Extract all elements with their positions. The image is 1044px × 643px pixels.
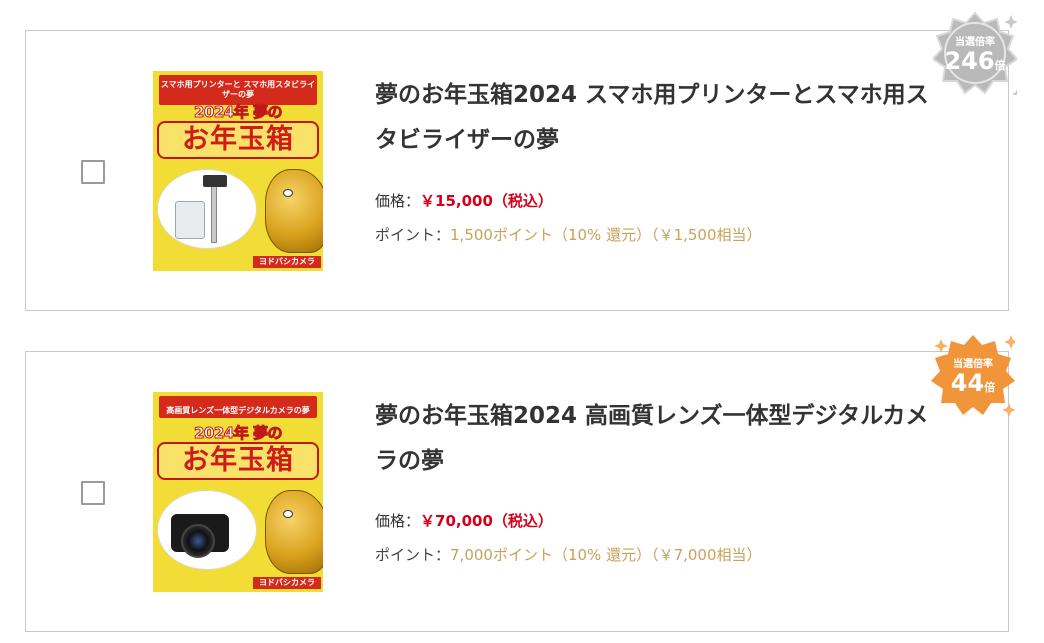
product-card: 高画質レンズ一体型デジタルカメラの夢 2024年 夢の お年玉箱 ヨドバシカメラ… — [25, 351, 1009, 632]
thumb-title: お年玉箱 — [157, 442, 319, 480]
price-label: 価格： — [375, 512, 421, 530]
thumb-banner: 高画質レンズ一体型デジタルカメラの夢 — [159, 396, 317, 418]
price-label: 価格： — [375, 192, 421, 210]
store-logo: ヨドバシカメラ — [253, 256, 321, 268]
price-value: ￥15,000（税込） — [420, 192, 553, 210]
product-title[interactable]: 夢のお年玉箱2024 スマホ用プリンターとスマホ用スタビライザーの夢 — [375, 73, 935, 163]
point-label: ポイント： — [375, 226, 451, 244]
badge-label: 当選倍率 — [953, 359, 993, 370]
badge-value: 44倍 — [950, 369, 996, 397]
point-value: 1,500ポイント（10% 還元）（￥1,500相当） — [450, 226, 762, 244]
product-image[interactable]: 高画質レンズ一体型デジタルカメラの夢 2024年 夢の お年玉箱 ヨドバシカメラ — [153, 392, 323, 592]
price-line: 価格：￥70,000（税込） — [375, 510, 553, 531]
smartphone-icon — [203, 175, 227, 187]
odds-badge: 当選倍率 44倍 — [931, 333, 1015, 417]
product-image[interactable]: スマホ用プリンターと スマホ用スタビライザーの夢 2024年 夢の お年玉箱 ヨ… — [153, 71, 323, 271]
lens-icon — [181, 524, 215, 558]
store-logo: ヨドバシカメラ — [253, 577, 321, 589]
dragon-illustration — [265, 169, 323, 253]
product-title[interactable]: 夢のお年玉箱2024 高画質レンズ一体型デジタルカメラの夢 — [375, 394, 935, 484]
point-line: ポイント：7,000ポイント（10% 還元）（￥7,000相当） — [375, 544, 762, 565]
badge-label: 当選倍率 — [955, 37, 995, 48]
price-value: ￥70,000（税込） — [420, 512, 553, 530]
product-card: スマホ用プリンターと スマホ用スタビライザーの夢 2024年 夢の お年玉箱 ヨ… — [25, 30, 1009, 311]
printer-icon — [175, 201, 205, 239]
point-label: ポイント： — [375, 546, 451, 564]
thumb-title: お年玉箱 — [157, 121, 319, 159]
dragon-illustration — [265, 490, 323, 574]
dragon-eye — [283, 510, 293, 518]
badge-value: 246倍 — [944, 47, 1006, 75]
select-checkbox[interactable] — [81, 481, 105, 505]
point-line: ポイント：1,500ポイント（10% 還元）（￥1,500相当） — [375, 224, 762, 245]
select-checkbox[interactable] — [81, 160, 105, 184]
point-value: 7,000ポイント（10% 還元）（￥7,000相当） — [450, 546, 762, 564]
dragon-eye — [283, 189, 293, 197]
thumb-year: 2024年 夢の — [194, 424, 283, 443]
thumb-year: 2024年 夢の — [194, 103, 283, 122]
odds-badge: 当選倍率 246倍 — [933, 11, 1017, 95]
price-line: 価格：￥15,000（税込） — [375, 190, 553, 211]
